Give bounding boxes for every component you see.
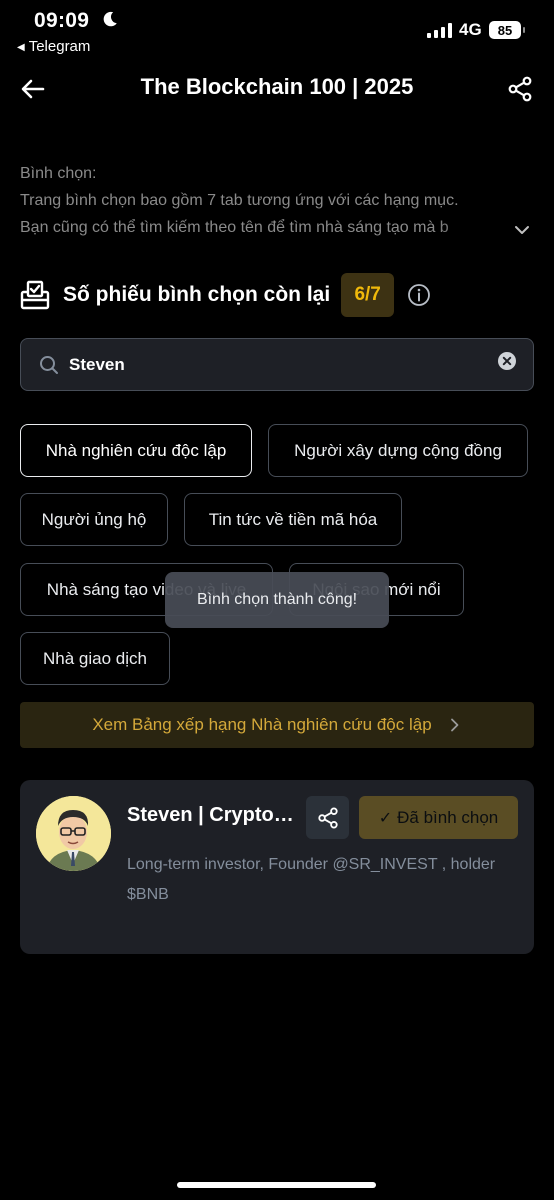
category-chip-trader[interactable]: Nhà giao dịch	[20, 632, 170, 685]
search-input[interactable]	[69, 339, 489, 390]
share-icon[interactable]	[507, 76, 533, 102]
battery-level: 85	[497, 22, 513, 38]
moon-icon	[103, 11, 117, 27]
candidate-bio: Long-term investor, Founder @SR_INVEST ,…	[127, 856, 496, 903]
page-header: The Blockchain 100 | 2025	[0, 60, 554, 118]
votes-remaining-label: Số phiếu bình chọn còn lại	[63, 283, 331, 306]
voted-label: Đã bình chọn	[397, 807, 499, 827]
view-ranking-banner[interactable]: Xem Bảng xếp hạng Nhà nghiên cứu độc lập	[20, 702, 534, 748]
home-indicator[interactable]	[177, 1182, 376, 1188]
back-triangle-icon: ◀	[17, 42, 25, 53]
chevron-right-icon	[450, 718, 459, 732]
back-app-label: Telegram	[28, 38, 91, 55]
candidate-name: Steven | CryptoSR	[127, 804, 297, 826]
signal-icon	[427, 22, 452, 38]
battery-icon: 85	[489, 21, 525, 39]
view-ranking-label: Xem Bảng xếp hạng Nhà nghiên cứu độc lập	[92, 715, 432, 734]
vote-description: Bình chọn: Trang bình chọn bao gồm 7 tab…	[20, 160, 520, 241]
vote-success-toast: Bình chọn thành công!	[165, 572, 389, 628]
category-chip-independent-researcher[interactable]: Nhà nghiên cứu độc lập	[20, 424, 252, 477]
search-box	[20, 338, 534, 391]
voted-button[interactable]: ✓ Đã bình chọn	[359, 796, 518, 839]
category-chip-community-builder[interactable]: Người xây dựng cộng đồng	[268, 424, 528, 477]
category-chip-supporter[interactable]: Người ủng hộ	[20, 493, 168, 546]
checkmark-icon: ✓	[378, 809, 393, 827]
votes-remaining-row: Số phiếu bình chọn còn lại 6/7	[20, 273, 431, 317]
expand-chevron-down-icon[interactable]	[513, 221, 531, 239]
description-line-2: Bạn cũng có thể tìm kiếm theo tên để tìm…	[20, 219, 449, 236]
network-type: 4G	[459, 20, 482, 39]
avatar-illustration-icon	[36, 796, 111, 871]
status-time: 09:09	[34, 9, 90, 32]
votes-remaining-badge: 6/7	[341, 273, 395, 317]
description-heading: Bình chọn:	[20, 165, 97, 182]
share-icon	[317, 807, 338, 828]
candidate-share-button[interactable]	[306, 796, 349, 839]
candidate-card: Steven | CryptoSR ✓ Đã bình chọn Long-ter…	[20, 780, 534, 954]
clear-search-icon[interactable]	[497, 351, 517, 371]
description-line-1: Trang bình chọn bao gồm 7 tab tương ứng …	[20, 192, 459, 209]
status-bar: 09:09 ◀ Telegram 4G 85	[0, 0, 554, 58]
page-title: The Blockchain 100 | 2025	[140, 74, 414, 99]
category-chip-crypto-news[interactable]: Tin tức về tiền mã hóa	[184, 493, 402, 546]
info-icon[interactable]	[407, 283, 431, 307]
search-icon	[40, 356, 58, 374]
candidate-avatar	[36, 796, 111, 871]
back-to-app-link[interactable]: ◀ Telegram	[17, 38, 90, 55]
ballot-box-icon	[20, 280, 50, 310]
